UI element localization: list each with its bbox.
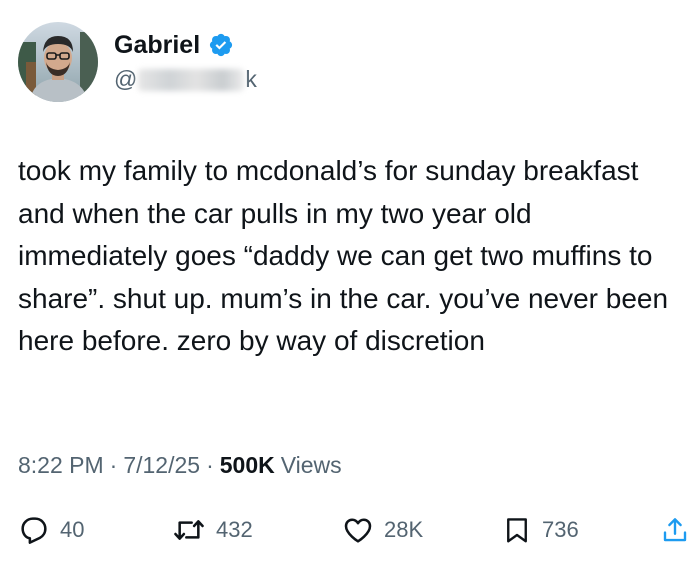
bookmark-count: 736 [542,517,579,542]
display-name[interactable]: Gabriel [114,30,200,60]
handle-redaction [138,68,245,91]
bookmark-icon [502,514,532,546]
reply-count: 40 [60,517,85,542]
verified-badge-icon[interactable] [208,32,234,58]
views-count[interactable]: 500K [220,452,275,479]
handle-suffix: k [245,66,257,92]
reply-button[interactable]: 40 [18,508,84,552]
share-button[interactable] [660,508,690,552]
tweet-date[interactable]: 7/12/25 [123,452,200,479]
tweet-time[interactable]: 8:22 PM [18,452,104,479]
views-label: Views [280,452,342,478]
share-icon [660,514,690,546]
repost-button[interactable]: 432 [172,508,253,552]
meta-separator: · [206,452,214,478]
heart-icon [342,514,374,546]
bookmark-button[interactable]: 736 [502,508,579,552]
reply-icon [18,514,50,546]
repost-count: 432 [216,517,253,542]
tweet-meta: 8:22 PM · 7/12/25 · 500K Views [18,452,342,479]
handle-prefix: @ [114,66,138,92]
handle[interactable]: @ k [114,66,257,93]
author-name-row: Gabriel [114,30,234,60]
repost-icon [172,514,206,546]
action-bar: 40 432 28K 736 [0,508,700,552]
like-button[interactable]: 28K [342,508,423,552]
tweet-text: took my family to mcdonald’s for sunday … [18,155,669,356]
like-count: 28K [384,517,424,542]
avatar[interactable] [18,22,98,102]
meta-separator: · [109,452,118,478]
